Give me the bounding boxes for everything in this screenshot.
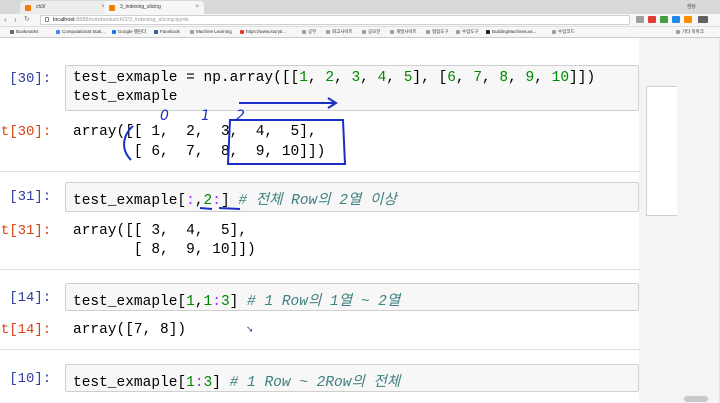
github-icon xyxy=(486,30,490,34)
code-line: test_exmaple = np.array([[1, 2, 3, 4, 5]… xyxy=(73,70,596,86)
folder-icon xyxy=(190,30,194,34)
bookmark-item[interactable]: 수업도구 xyxy=(456,27,479,37)
tab-indexing-slicing[interactable]: 3_indexing_slicing × xyxy=(104,1,204,14)
back-icon[interactable]: ‹ xyxy=(4,15,7,25)
bookmark-item[interactable]: 수업코드 xyxy=(552,27,575,37)
info-icon xyxy=(45,17,49,22)
folder-icon xyxy=(552,30,556,34)
bookmark-item[interactable]: Machine Learning xyxy=(190,27,232,37)
output-line: [ 6, 7, 8, 9, 10]]) xyxy=(73,144,326,160)
bookmark-item[interactable]: 공부 xyxy=(302,27,316,37)
cell-divider xyxy=(0,269,640,270)
bookmark-item[interactable]: Google 캘린더 xyxy=(112,27,146,37)
bookmark-item[interactable]: 기타 북마크 xyxy=(676,27,704,37)
folder-icon xyxy=(676,30,680,34)
star-icon[interactable] xyxy=(636,16,644,23)
url-host: localhost xyxy=(53,17,75,23)
bookmark-item[interactable]: 공모전 xyxy=(362,27,380,37)
url-path: :8888/notebooks/ch/3/3_indexing_slicing.… xyxy=(74,17,189,23)
bookmark-icon xyxy=(10,30,14,34)
out-prompt: Out[31]: xyxy=(0,223,52,239)
output-line: array([[ 1, 2, 3, 4, 5], xyxy=(73,124,317,140)
notebook-area: In [30]: test_exmaple = np.array([[1, 2,… xyxy=(0,38,720,403)
code-line: test_exmaple[:,2:] # 전체 Row의 2열 이상 xyxy=(73,193,397,209)
bookmark-item[interactable]: Bookmarks xyxy=(10,27,39,37)
bookmarks-bar: Bookmarks Computational Stati... Google … xyxy=(0,27,720,38)
address-bar: ‹ › ↻ localhost:8888/notebooks/ch/3/3_in… xyxy=(0,14,720,27)
bookmark-item[interactable]: Computational Stati... xyxy=(56,27,105,37)
in-prompt: In [10]: xyxy=(0,371,52,387)
side-panel-edge xyxy=(646,86,677,216)
annotation-col-0: 0 xyxy=(160,108,169,124)
annotation-col-2: 2 xyxy=(236,108,245,124)
extension-icon[interactable] xyxy=(684,16,692,23)
code-line: test_exmaple[1:3] # 1 Row ~ 2Row의 전체 xyxy=(73,375,401,391)
in-prompt: In [14]: xyxy=(0,290,52,306)
bookmark-icon xyxy=(112,30,116,34)
bookmark-icon xyxy=(240,30,244,34)
out-prompt: Out[14]: xyxy=(0,322,52,338)
output-line: array([7, 8]) xyxy=(73,322,187,338)
extension-icon[interactable] xyxy=(672,16,680,23)
annotation-col-1: 1 xyxy=(201,108,210,124)
menu-icon[interactable] xyxy=(698,16,708,23)
url-input[interactable]: localhost:8888/notebooks/ch/3/3_indexing… xyxy=(40,15,630,25)
tab-ch3[interactable]: ch3/ × xyxy=(20,1,110,14)
folder-icon xyxy=(302,30,306,34)
bookmark-item[interactable]: 개발사이트 xyxy=(390,27,417,37)
browser-tab-bar: ch3/ × 3_indexing_slicing × 샘탕 xyxy=(0,0,720,14)
cell-divider xyxy=(0,171,640,172)
folder-icon xyxy=(426,30,430,34)
forward-icon[interactable]: › xyxy=(14,15,17,25)
output-line: [ 8, 9, 10]]) xyxy=(73,242,256,258)
folder-icon xyxy=(390,30,394,34)
extension-icon[interactable] xyxy=(648,16,656,23)
jupyter-icon xyxy=(25,5,31,11)
folder-icon xyxy=(362,30,366,34)
bookmark-item[interactable]: Facebook xyxy=(154,27,180,37)
bookmark-item[interactable]: 협업도구 xyxy=(426,27,449,37)
pen-cursor-icon: ➘ xyxy=(246,324,254,334)
facebook-icon xyxy=(154,30,158,34)
bookmark-item[interactable]: https://www.storyti... xyxy=(240,27,286,37)
output-line: array([[ 3, 4, 5], xyxy=(73,223,248,239)
cell-divider xyxy=(0,349,640,350)
folder-icon xyxy=(326,30,330,34)
folder-icon xyxy=(456,30,460,34)
horizontal-scrollbar[interactable] xyxy=(684,396,708,402)
extension-icon[interactable] xyxy=(660,16,668,23)
reload-icon[interactable]: ↻ xyxy=(24,15,30,25)
in-prompt: In [31]: xyxy=(0,189,52,205)
tab-label: ch3/ xyxy=(36,4,46,10)
tab-label: 3_indexing_slicing xyxy=(120,4,161,10)
out-prompt: Out[30]: xyxy=(0,124,52,140)
in-prompt: In [30]: xyxy=(0,71,52,87)
bookmark-item[interactable]: 회고사이트 xyxy=(326,27,353,37)
code-line: test_exmaple xyxy=(73,89,178,105)
bookmark-item[interactable]: BuildingMachineLea... xyxy=(486,27,536,37)
code-line: test_exmaple[1,1:3] # 1 Row의 1열 ~ 2열 xyxy=(73,294,401,310)
window-user-label[interactable]: 샘탕 xyxy=(687,0,696,14)
bookmark-icon xyxy=(56,30,60,34)
close-icon[interactable]: × xyxy=(195,1,199,14)
jupyter-icon xyxy=(109,5,115,11)
